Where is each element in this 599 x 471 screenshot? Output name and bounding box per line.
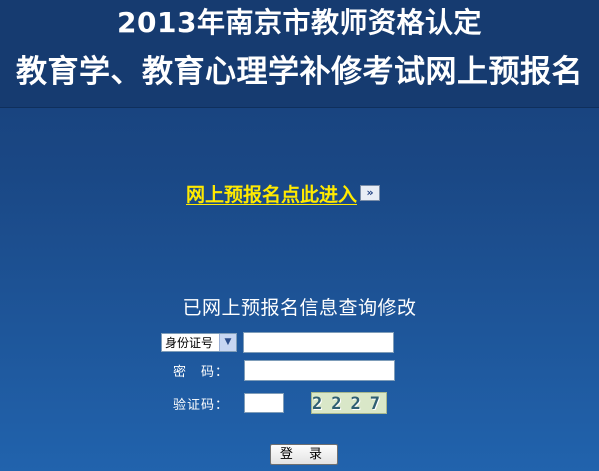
query-section-title: 已网上预报名信息查询修改 [182,297,417,319]
chevron-down-icon[interactable]: ▼ [219,334,236,351]
id-row: 身份证号 ▼ [161,332,394,353]
id-type-selected-value: 身份证号 [165,336,214,350]
id-type-select[interactable]: 身份证号 ▼ [161,333,237,352]
password-input[interactable] [244,360,395,381]
double-arrow-icon[interactable]: » [360,185,381,201]
password-label: 密 码： [173,365,230,380]
page-title-line2: 教育学、教育心理学补修考试网上预报名 [16,54,583,90]
registration-entry-link[interactable]: 网上预报名点此进入 [186,180,357,207]
captcha-row: 验证码： 2227 [173,392,387,414]
id-number-input[interactable] [243,332,394,353]
login-button[interactable]: 登 录 [270,444,338,465]
page-title-line1: 2013年南京市教师资格认定 [117,6,482,39]
password-row: 密 码： [173,360,395,381]
captcha-input[interactable] [244,393,284,413]
registration-entry[interactable]: 网上预报名点此进入 » [186,180,381,207]
captcha-image[interactable]: 2227 [311,392,387,414]
page-header: 2013年南京市教师资格认定 教育学、教育心理学补修考试网上预报名 [0,0,599,108]
captcha-label: 验证码： [173,397,230,413]
